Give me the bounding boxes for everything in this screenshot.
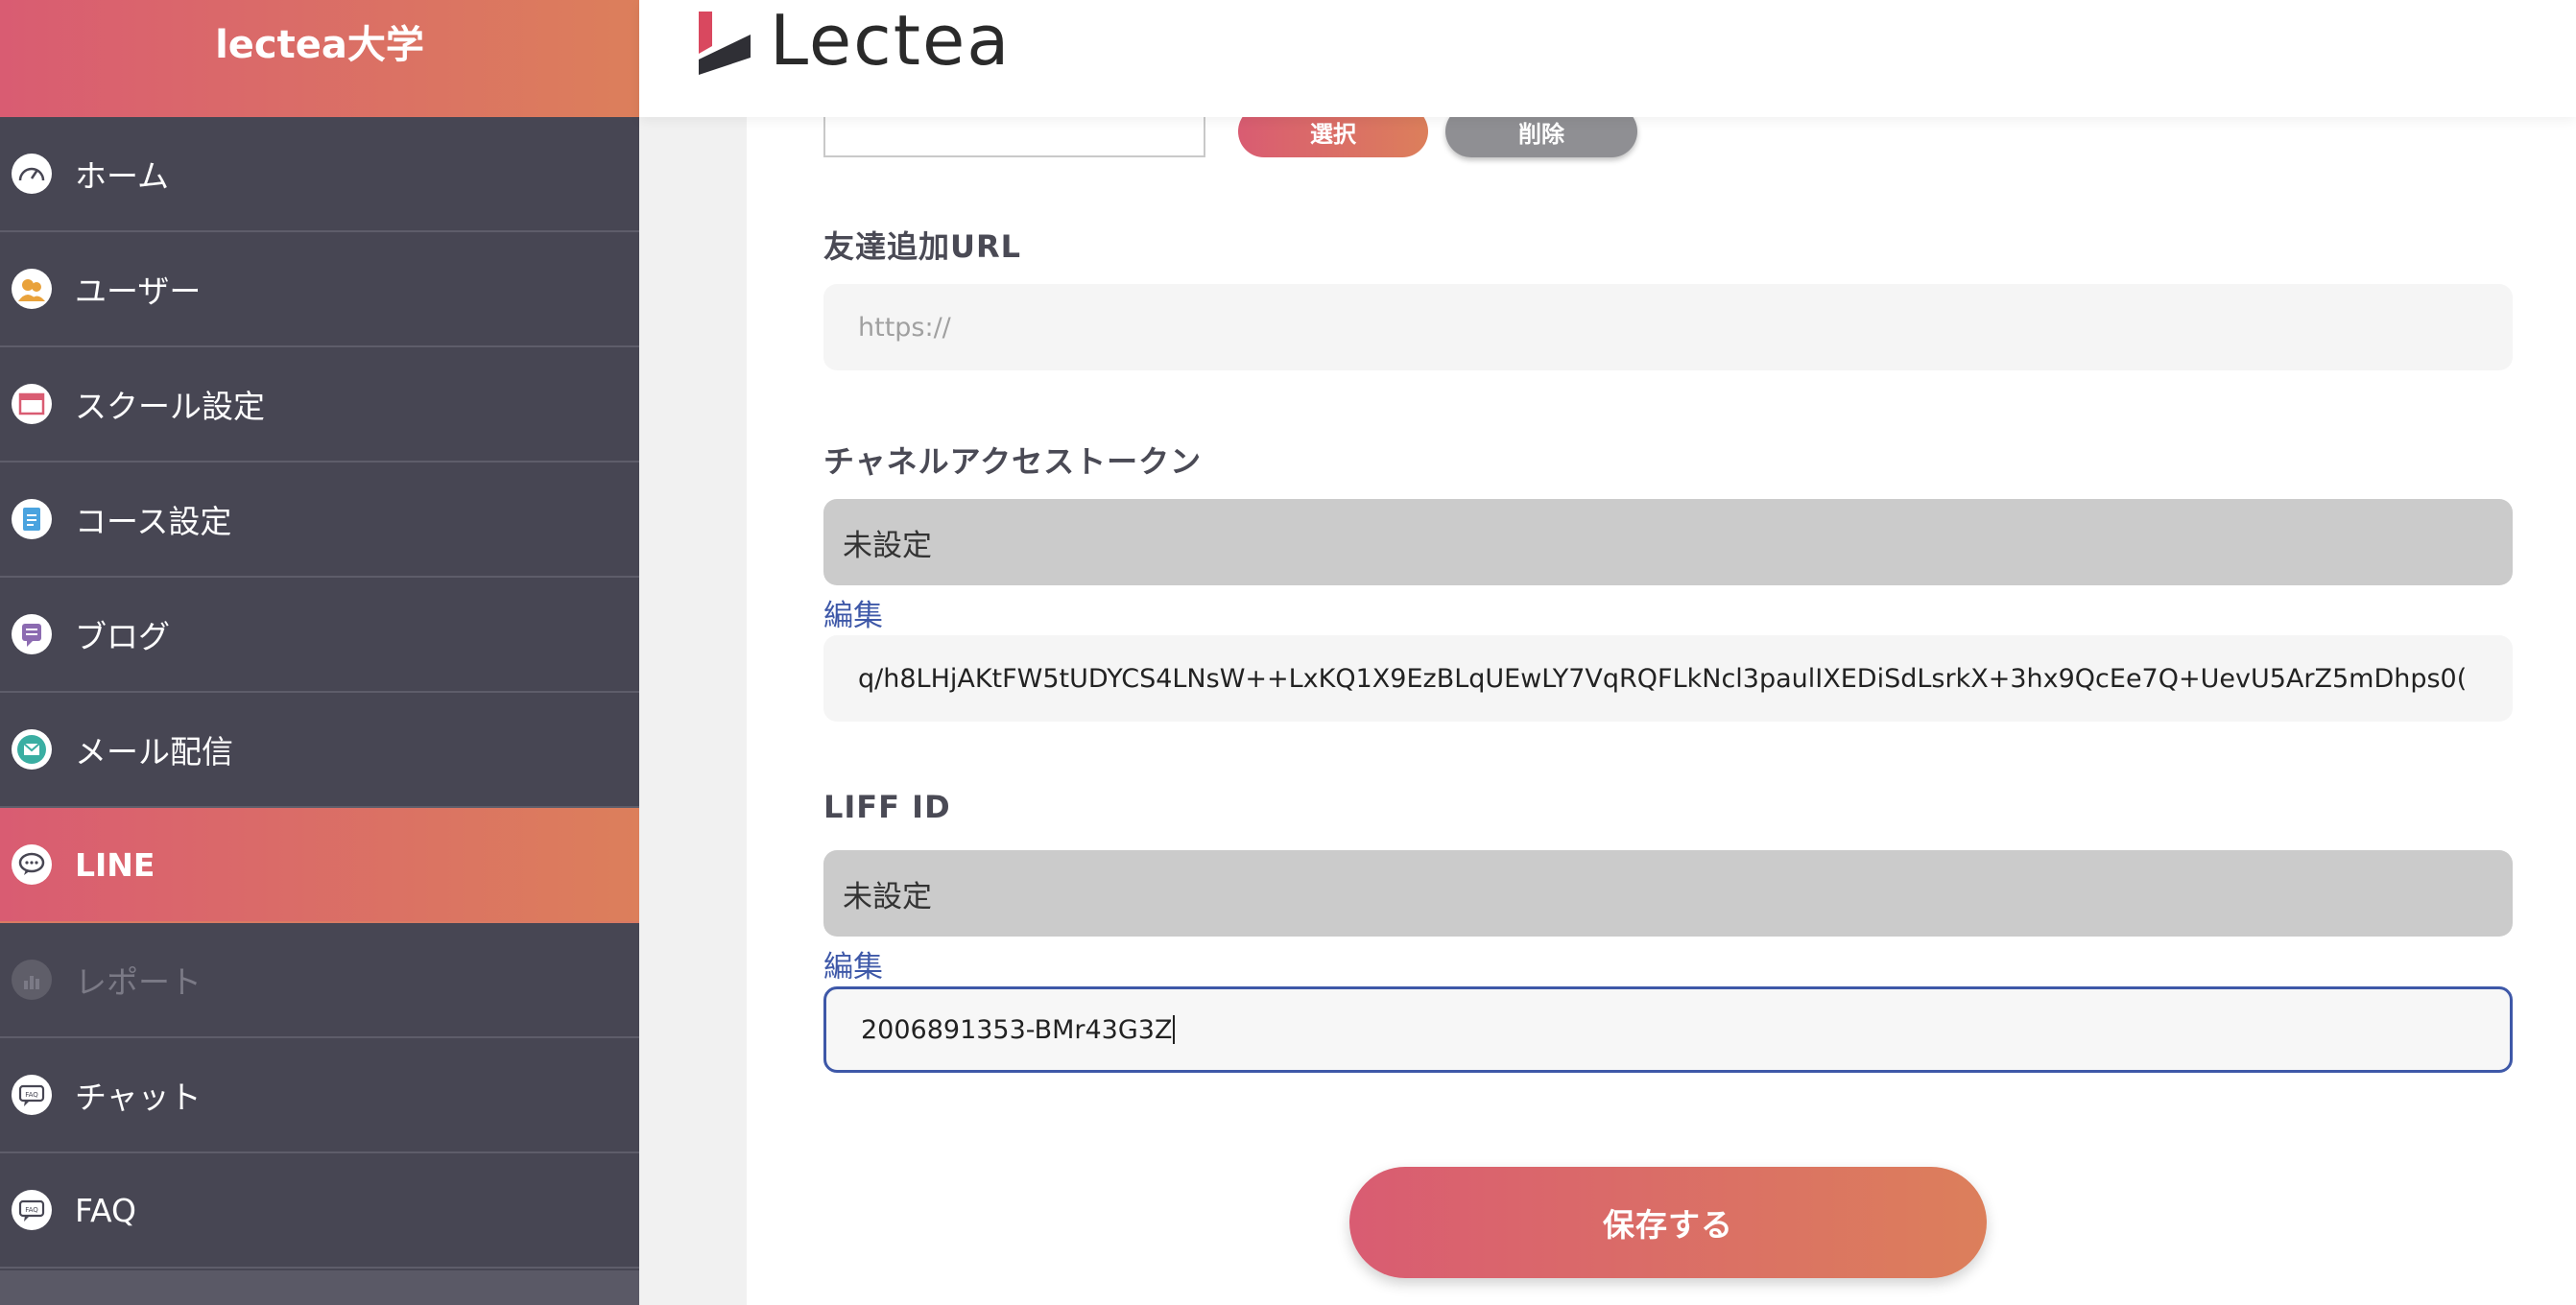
channel-token-input[interactable]: q/h8LHjAKtFW5tUDYCS4LNsW++LxKQ1X9EzBLqUE… [823, 635, 2513, 722]
sidebar-item-label: ブログ [75, 618, 170, 655]
liff-id-input[interactable]: 2006891353-BMr43G3Z [823, 986, 2513, 1073]
svg-text:FAQ: FAQ [25, 1091, 38, 1099]
sidebar-item-label: ホーム [75, 157, 170, 195]
sidebar-item-line[interactable]: LINE [0, 808, 639, 923]
top-header: Lectea [639, 0, 2576, 117]
sidebar-item-report[interactable]: レポート [0, 923, 639, 1038]
liff-id-label: LIFF ID [823, 789, 951, 825]
sidebar-item-school-settings[interactable]: スクール設定 [0, 347, 639, 463]
blog-icon [12, 614, 52, 654]
sidebar-item-chat[interactable]: FAQ チャット [0, 1038, 639, 1153]
sidebar-item-blog[interactable]: ブログ [0, 578, 639, 693]
sidebar-item-home[interactable]: ホーム [0, 117, 639, 232]
mail-icon [12, 729, 52, 770]
lectea-logo-icon [699, 12, 751, 75]
sidebar-footer [0, 1270, 639, 1305]
sidebar-item-label: レポート [75, 963, 202, 1001]
sidebar-item-label: チャット [75, 1079, 202, 1116]
sidebar-item-mail[interactable]: メール配信 [0, 693, 639, 808]
liff-id-edit-link[interactable]: 編集 [823, 942, 883, 985]
svg-text:FAQ: FAQ [25, 1206, 38, 1214]
sidebar-item-label: LINE [75, 845, 155, 884]
channel-token-current: 未設定 [823, 499, 2513, 585]
sidebar-item-label: メール配信 [75, 733, 233, 771]
text-caret [1173, 1015, 1176, 1044]
content-gutter [639, 0, 747, 1305]
lectea-logo-text: Lectea [770, 0, 1012, 81]
window-icon [12, 384, 52, 424]
sidebar-item-label: ユーザー [75, 273, 202, 310]
channel-token-label: チャネルアクセストークン [823, 443, 1203, 480]
users-icon [12, 269, 52, 309]
save-button[interactable]: 保存する [1349, 1167, 1987, 1278]
liff-id-current: 未設定 [823, 850, 2513, 937]
chat-bubble-icon [12, 844, 52, 885]
channel-token-edit-link[interactable]: 編集 [823, 591, 883, 634]
speedometer-icon [12, 154, 52, 194]
sidebar-item-label: コース設定 [75, 503, 232, 540]
friend-url-label: 友達追加URL [823, 228, 1022, 265]
friend-url-input[interactable]: https:// [823, 284, 2513, 370]
report-chart-icon [12, 960, 52, 1000]
school-title[interactable]: lectea大学 [0, 0, 639, 117]
liff-id-value: 2006891353-BMr43G3Z [861, 1014, 1173, 1045]
sidebar-item-faq[interactable]: FAQ FAQ [0, 1153, 639, 1269]
document-icon [12, 499, 52, 539]
faq-icon: FAQ [12, 1190, 52, 1230]
sidebar: lectea大学 ホーム ユーザー スクール設定 コース設定 ブログ メール配信… [0, 0, 639, 1305]
sidebar-item-users[interactable]: ユーザー [0, 232, 639, 347]
faq-chat-icon: FAQ [12, 1075, 52, 1115]
sidebar-item-label: FAQ [75, 1191, 136, 1229]
sidebar-item-label: スクール設定 [75, 388, 265, 425]
sidebar-item-course-settings[interactable]: コース設定 [0, 463, 639, 578]
